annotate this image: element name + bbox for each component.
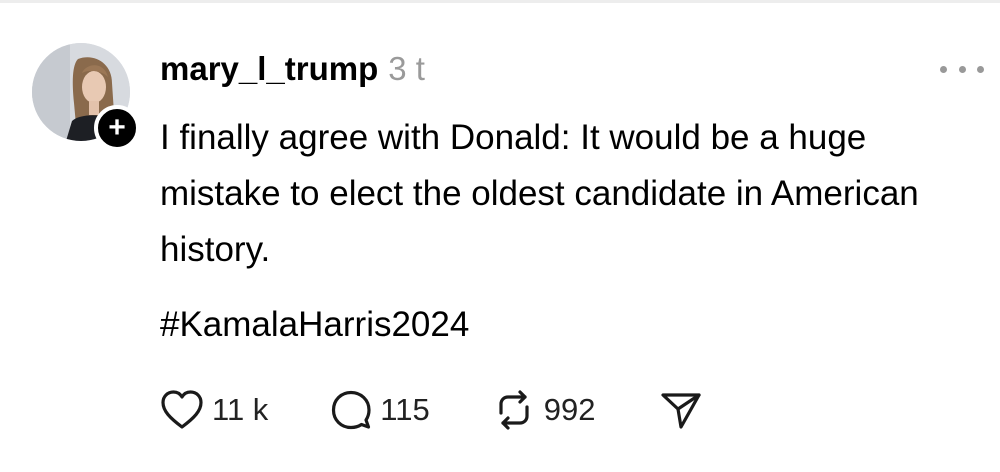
more-dot: [958, 65, 966, 73]
post-body-text: I finally agree with Donald: It would be…: [160, 118, 919, 269]
follow-button[interactable]: +: [94, 105, 140, 151]
avatar-container[interactable]: +: [32, 43, 140, 151]
hashtag-link[interactable]: #KamalaHarris2024: [160, 297, 469, 353]
speech-bubble-icon: [330, 389, 372, 431]
post-header: mary_l_trump 3 t: [160, 50, 425, 92]
repost-button[interactable]: 992: [492, 389, 596, 431]
plus-icon: +: [108, 111, 126, 144]
heart-icon: [160, 389, 204, 431]
share-button[interactable]: [659, 389, 703, 431]
username-link[interactable]: mary_l_trump: [160, 50, 378, 88]
reply-count: 115: [380, 392, 430, 427]
more-dot: [977, 65, 984, 73]
like-button[interactable]: 11 k: [160, 389, 268, 431]
repost-icon: [492, 389, 536, 431]
more-horizontal-icon: [940, 65, 947, 73]
reply-button[interactable]: 115: [330, 389, 430, 431]
post-timestamp[interactable]: 3 t: [388, 50, 425, 88]
top-divider: [0, 0, 1000, 3]
like-count: 11 k: [212, 392, 269, 427]
repost-count: 992: [543, 392, 596, 427]
send-icon: [659, 389, 703, 431]
more-options-button[interactable]: [940, 60, 984, 78]
post-actions: 11 k 115 992: [160, 386, 703, 434]
